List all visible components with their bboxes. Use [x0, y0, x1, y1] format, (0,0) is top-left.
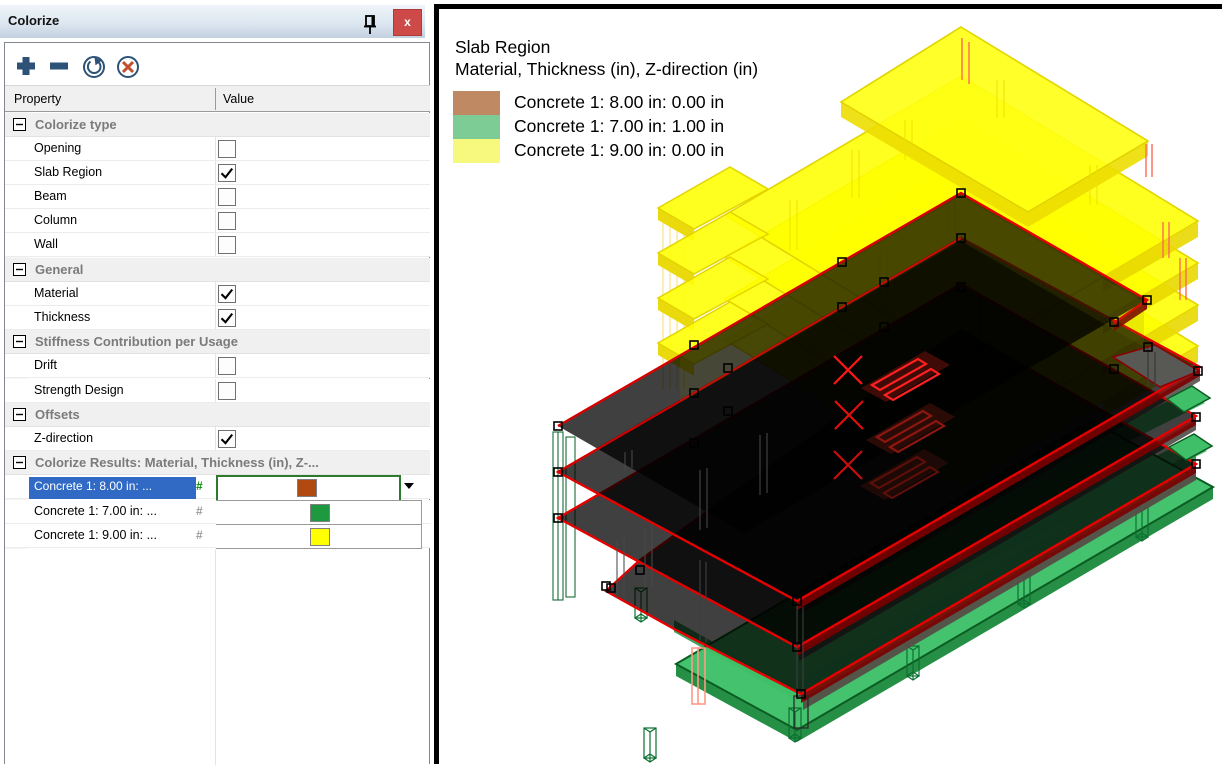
- svg-text:Concrete 1: 8.00 in: 0.00 in: Concrete 1: 8.00 in: 0.00 in: [514, 92, 724, 112]
- svg-text:Concrete 1: 9.00 in: 0.00 in: Concrete 1: 9.00 in: 0.00 in: [514, 140, 724, 160]
- svg-text:Slab Region: Slab Region: [455, 37, 550, 57]
- svg-text:Concrete 1: 7.00 in: 1.00 in: Concrete 1: 7.00 in: 1.00 in: [514, 116, 724, 136]
- svg-text:Material, Thickness (in), Z-di: Material, Thickness (in), Z-direction (i…: [455, 59, 758, 79]
